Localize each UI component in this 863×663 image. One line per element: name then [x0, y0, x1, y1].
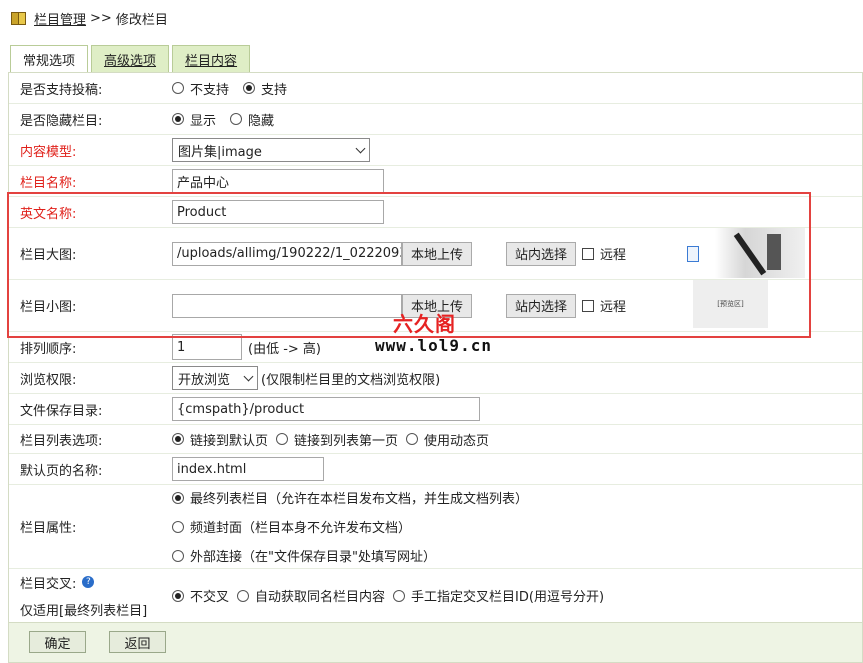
cross-sublabel: 仅适用[最终列表栏目] — [20, 603, 148, 619]
chevron-down-icon — [355, 143, 366, 153]
sort-hint: (由低 -> 高) — [248, 341, 321, 357]
tab-bar: 常规选项 高级选项 栏目内容 — [10, 45, 251, 73]
row-attr: 栏目属性: 最终列表栏目（允许在本栏目发布文档，并生成文档列表） 频道封面（栏目… — [9, 485, 862, 569]
attr-label: 栏目属性: — [20, 521, 77, 536]
row-cross: 栏目交叉: ? 仅适用[最终列表栏目] 不交叉 自动获取同名栏目内容 手工指定交… — [9, 569, 862, 622]
row-defpage: 默认页的名称: index.html — [9, 454, 862, 485]
defpage-label: 默认页的名称: — [20, 463, 103, 479]
radio-final-list[interactable]: 最终列表栏目（允许在本栏目发布文档，并生成文档列表） — [172, 488, 528, 507]
form-footer: 确定 返回 — [9, 622, 862, 662]
watermark-logo: 六久阁 — [393, 312, 456, 336]
perm-hint: (仅限制栏目里的文档浏览权限) — [261, 372, 441, 388]
help-icon[interactable]: ? — [82, 576, 95, 588]
tab-general[interactable]: 常规选项 — [10, 45, 89, 73]
dir-label: 文件保存目录: — [20, 403, 103, 419]
perm-select[interactable]: 开放浏览 — [172, 366, 258, 390]
row-listopt: 栏目列表选项: 链接到默认页 链接到列表第一页 使用动态页 — [9, 425, 862, 454]
radio-support[interactable]: 支持 — [243, 79, 287, 98]
perm-label: 浏览权限: — [20, 372, 77, 388]
listopt-label: 栏目列表选项: — [20, 433, 103, 449]
cross-label: 栏目交叉: — [20, 576, 77, 592]
row-model: 内容模型: 图片集|image — [9, 135, 862, 166]
row-hidden: 是否隐藏栏目: 显示 隐藏 — [9, 104, 862, 135]
chevron-down-icon — [243, 371, 254, 381]
radio-not-support[interactable]: 不支持 — [172, 79, 229, 98]
radio-external-link[interactable]: 外部连接（在"文件保存目录"处填写网址） — [172, 546, 436, 565]
breadcrumb-current: 修改栏目 — [115, 12, 168, 28]
tab-content[interactable]: 栏目内容 — [172, 45, 251, 72]
radio-hide[interactable]: 隐藏 — [230, 110, 274, 129]
breadcrumb-root-link[interactable]: 栏目管理 — [34, 9, 86, 28]
radio-show[interactable]: 显示 — [172, 110, 216, 129]
breadcrumb-separator: >> — [90, 10, 112, 26]
book-icon — [10, 11, 26, 25]
form-panel: 是否支持投稿: 不支持 支持 是否隐藏栏目: 显示 隐藏 内容模型: 图片集|i… — [8, 72, 863, 663]
back-button[interactable]: 返回 — [109, 631, 166, 653]
row-contribute: 是否支持投稿: 不支持 支持 — [9, 73, 862, 104]
breadcrumb: 栏目管理 >> 修改栏目 — [10, 8, 168, 28]
defpage-input[interactable]: index.html — [172, 457, 324, 481]
tab-advanced[interactable]: 高级选项 — [91, 45, 170, 72]
radio-manual-cross[interactable]: 手工指定交叉栏目ID(用逗号分开) — [393, 586, 604, 605]
radio-channel-cover[interactable]: 频道封面（栏目本身不允许发布文档） — [172, 517, 411, 536]
radio-no-cross[interactable]: 不交叉 — [172, 586, 229, 605]
contribute-label: 是否支持投稿: — [20, 82, 103, 98]
radio-auto-cross[interactable]: 自动获取同名栏目内容 — [237, 586, 385, 605]
row-dir: 文件保存目录: {cmspath}/product — [9, 394, 862, 425]
hidden-label: 是否隐藏栏目: — [20, 113, 103, 129]
ok-button[interactable]: 确定 — [29, 631, 86, 653]
dir-input[interactable]: {cmspath}/product — [172, 397, 480, 421]
watermark-url: www.lol9.cn — [375, 336, 492, 355]
model-label: 内容模型: — [20, 144, 77, 160]
radio-link-first[interactable]: 链接到列表第一页 — [276, 430, 398, 449]
radio-link-default[interactable]: 链接到默认页 — [172, 430, 268, 449]
name-input[interactable]: 产品中心 — [172, 169, 384, 193]
radio-dynamic[interactable]: 使用动态页 — [406, 430, 489, 449]
row-perm: 浏览权限: 开放浏览 (仅限制栏目里的文档浏览权限) — [9, 363, 862, 394]
model-select[interactable]: 图片集|image — [172, 138, 370, 162]
